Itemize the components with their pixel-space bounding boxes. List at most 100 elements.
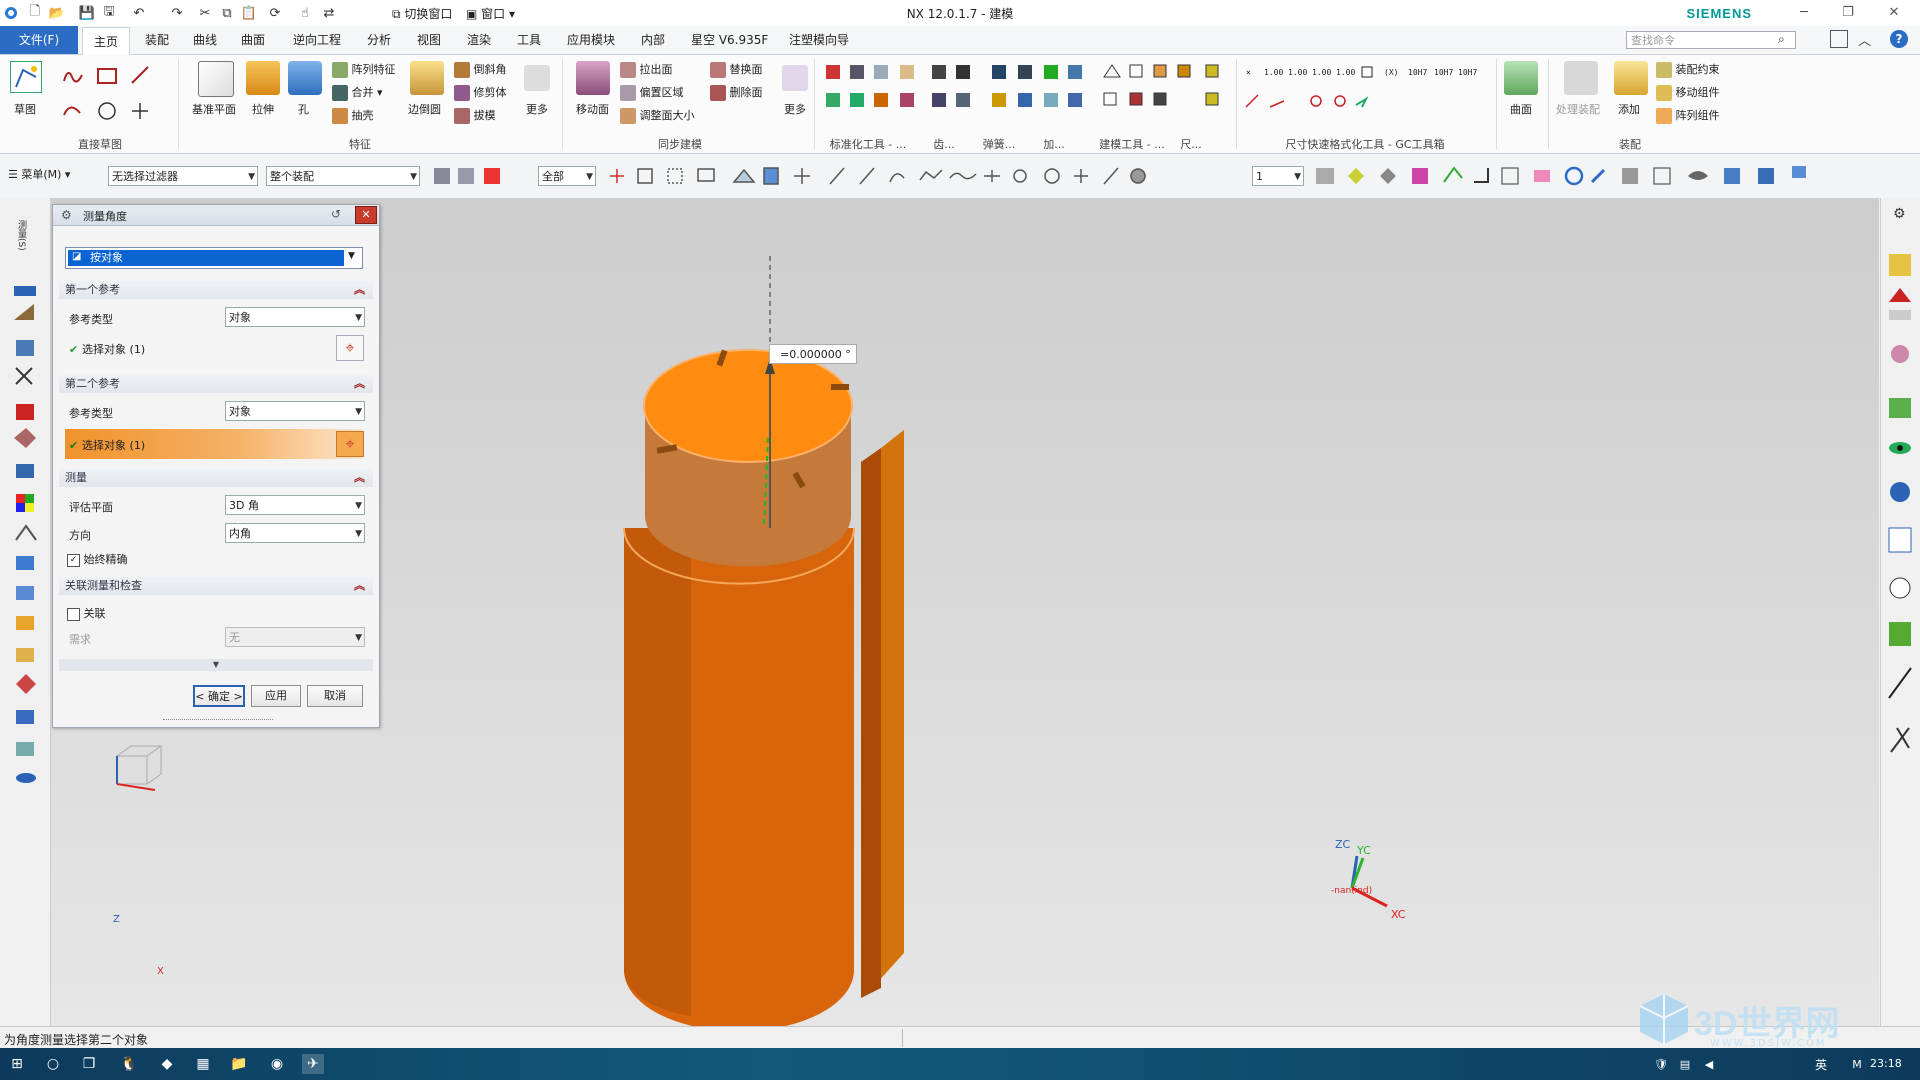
cancel-button[interactable]: 取消 — [307, 685, 363, 707]
tab-render[interactable]: 渲染 — [456, 26, 502, 54]
maps-icon[interactable]: ◆ — [156, 1054, 178, 1074]
selection-scope-select[interactable]: 整个装配 ▼ — [266, 166, 420, 186]
ref-type-select-2[interactable]: 对象 ▼ — [225, 401, 365, 421]
pattern-feature-button[interactable]: 阵列特征 — [332, 61, 396, 84]
resize-grip[interactable] — [163, 719, 273, 723]
tab-reverse-engineering[interactable]: 逆向工程 — [282, 26, 352, 54]
chevron-down-icon: ▼ — [212, 660, 220, 669]
select-object-1[interactable]: ✔ 选择对象 (1) — [69, 341, 145, 357]
apply-button[interactable]: 应用 — [251, 685, 301, 707]
nx-running-icon[interactable]: ✈ — [302, 1054, 324, 1074]
section-associative[interactable]: 关联测量和检查 ︽ — [59, 577, 373, 595]
extrude-icon[interactable] — [246, 61, 280, 95]
edge-blend-label: 边倒圆 — [408, 103, 441, 116]
minimize-button[interactable]: ─ — [1782, 2, 1826, 24]
close-button[interactable]: ✕ — [1872, 2, 1916, 24]
tab-view[interactable]: 视图 — [406, 26, 452, 54]
nx-app-icon[interactable]: ▦ — [192, 1054, 214, 1074]
more-features-icon[interactable] — [524, 65, 550, 91]
ime-mode-icon[interactable]: M — [1846, 1054, 1868, 1074]
tab-assembly[interactable]: 装配 — [134, 26, 180, 54]
hole-icon[interactable] — [288, 61, 322, 95]
view-icons[interactable] — [1312, 162, 1872, 190]
unite-button[interactable]: 合并 ▾ — [332, 84, 396, 107]
measure-type-select[interactable]: 按对象 ◪ ▼ — [65, 247, 363, 269]
tab-file[interactable]: 文件(F) — [0, 26, 78, 54]
qq-icon[interactable]: 🐧 — [118, 1054, 140, 1074]
gear-icon[interactable]: ⚙ — [61, 208, 72, 222]
tab-internal[interactable]: 内部 — [630, 26, 676, 54]
tab-xingkong[interactable]: 星空 V6.935F — [680, 26, 779, 54]
shell-button[interactable]: 抽壳 — [332, 107, 396, 130]
file-explorer-icon[interactable]: 📁 — [228, 1054, 250, 1074]
more-sync-icon[interactable] — [782, 65, 808, 91]
svg-text:10H7: 10H7 — [1458, 68, 1477, 77]
snap-type-select[interactable]: 全部 ▼ — [538, 166, 596, 186]
datum-plane-icon[interactable] — [198, 61, 234, 97]
browser-icon[interactable]: ◉ — [266, 1054, 288, 1074]
add-component-icon[interactable] — [1614, 61, 1648, 95]
pull-face-button[interactable]: 拉出面 — [620, 61, 695, 84]
snap-point-icons[interactable] — [604, 164, 1244, 188]
tab-mold-wizard[interactable]: 注塑模向导 — [778, 26, 860, 54]
command-search-input[interactable]: 查找命令 — [1626, 31, 1796, 49]
ref-type-select-1[interactable]: 对象 ▼ — [225, 307, 365, 327]
surface-icon[interactable] — [1504, 61, 1538, 95]
eval-plane-select[interactable]: 3D 角 ▼ — [225, 495, 365, 515]
tab-tools[interactable]: 工具 — [506, 26, 552, 54]
work-layer-select[interactable]: 1 ▼ — [1252, 166, 1304, 186]
offset-region-button[interactable]: 偏置区域 — [620, 84, 695, 107]
sketch-icon[interactable] — [10, 61, 42, 93]
full-screen-icon[interactable] — [1830, 30, 1848, 48]
ime-indicator[interactable]: 英 — [1810, 1054, 1832, 1074]
replace-face-button[interactable]: 替换面 — [710, 61, 763, 84]
network-tray-icon[interactable]: ▤ — [1674, 1054, 1696, 1074]
move-face-icon[interactable] — [576, 61, 610, 95]
select-object-1-button[interactable]: ⌖ — [336, 335, 364, 361]
pattern-component-button[interactable]: 阵列组件 — [1656, 107, 1720, 130]
tab-surface[interactable]: 曲面 — [230, 26, 276, 54]
left-tool-icons[interactable] — [12, 280, 40, 840]
collapse-ribbon-icon[interactable]: ︿ — [1858, 30, 1871, 49]
menu-button[interactable]: ☰ 菜单(M) ▾ — [8, 166, 70, 182]
expand-more-bar[interactable]: ▼ — [59, 659, 373, 671]
tab-analysis[interactable]: 分析 — [356, 26, 402, 54]
tab-home[interactable]: 主页 — [82, 27, 131, 56]
trim-body-button[interactable]: 修剪体 — [454, 84, 507, 107]
section-measure[interactable]: 测量 ︽ — [59, 469, 373, 487]
filter-icons[interactable] — [432, 166, 532, 186]
direction-select[interactable]: 内角 ▼ — [225, 523, 365, 543]
always-precise-checkbox[interactable]: ✓ 始终精确 — [67, 551, 128, 567]
search-icon[interactable]: ○ — [42, 1054, 64, 1074]
task-view-icon[interactable]: ❐ — [78, 1054, 100, 1074]
chamfer-button[interactable]: 倒斜角 — [454, 61, 507, 84]
measure-vertical-tab[interactable]: 测量(S) — [14, 220, 28, 264]
help-icon[interactable]: ? — [1890, 30, 1908, 48]
select-object-2-button[interactable]: ⌖ — [336, 431, 364, 457]
tab-curve[interactable]: 曲线 — [182, 26, 228, 54]
part-side-face[interactable] — [861, 448, 881, 998]
edge-blend-icon[interactable] — [410, 61, 444, 95]
resource-navigator-icons[interactable] — [1887, 248, 1915, 828]
ok-button[interactable]: < 确定 > — [193, 685, 245, 707]
volume-tray-icon[interactable]: ◀ — [1698, 1054, 1720, 1074]
associative-checkbox[interactable]: 关联 — [67, 605, 106, 621]
gear-icon[interactable]: ⚙ — [1893, 206, 1906, 222]
delete-face-button[interactable]: 删除面 — [710, 84, 763, 107]
move-component-button[interactable]: 移动组件 — [1656, 84, 1720, 107]
close-icon[interactable]: ✕ — [355, 206, 377, 224]
resize-face-button[interactable]: 调整面大小 — [620, 107, 695, 130]
draft-button[interactable]: 拔模 — [454, 107, 507, 130]
check-icon: ✔ — [69, 439, 83, 452]
select-object-2-row[interactable]: ✔ 选择对象 (1) — [65, 429, 363, 459]
section-first-reference[interactable]: 第一个参考 ︽ — [59, 281, 373, 299]
reset-icon[interactable]: ↺ — [331, 207, 341, 221]
security-tray-icon[interactable]: 🛡 — [1650, 1054, 1672, 1074]
windows-start-icon[interactable]: ⊞ — [6, 1054, 28, 1074]
section-second-reference[interactable]: 第二个参考 ︽ — [59, 375, 373, 393]
assembly-constraint-button[interactable]: 装配约束 — [1656, 61, 1720, 84]
restore-button[interactable]: ❐ — [1826, 2, 1870, 24]
selection-filter-select[interactable]: 无选择过滤器 ▼ — [108, 166, 258, 186]
tab-application[interactable]: 应用模块 — [556, 26, 626, 54]
collapse-icon: ︽ — [354, 283, 365, 296]
